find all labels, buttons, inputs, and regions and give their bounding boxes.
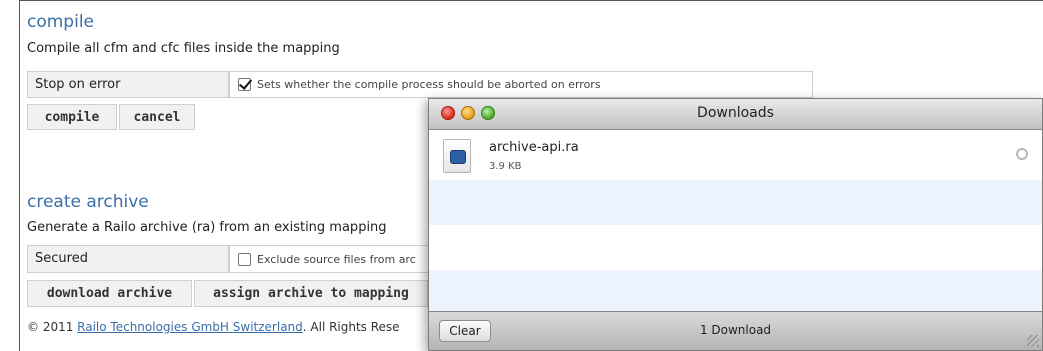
secured-cell: Exclude source files from arc xyxy=(229,245,429,273)
compile-section-description: Compile all cfm and cfc files inside the… xyxy=(27,41,340,56)
download-file-name: archive-api.ra xyxy=(489,140,579,155)
downloads-statusbar: Clear 1 Download xyxy=(429,311,1042,350)
assign-archive-button[interactable]: assign archive to mapping xyxy=(194,280,428,307)
empty-row xyxy=(429,180,1042,225)
empty-row xyxy=(429,225,1042,270)
archive-file-icon xyxy=(443,139,471,173)
download-item[interactable]: archive-api.ra 3.9 KB xyxy=(429,130,1042,180)
footer-company-link[interactable]: Railo Technologies GmbH Switzerland xyxy=(77,320,303,334)
compile-button[interactable]: compile xyxy=(27,104,117,130)
downloads-title: Downloads xyxy=(697,105,774,121)
exclude-source-description: Exclude source files from arc xyxy=(257,252,416,266)
footer-copyright: © 2011 xyxy=(27,320,78,334)
magnifier-icon[interactable] xyxy=(1016,148,1028,160)
downloads-titlebar[interactable]: Downloads xyxy=(429,99,1042,130)
stop-on-error-label: Stop on error xyxy=(27,71,229,98)
stop-on-error-checkbox[interactable] xyxy=(238,78,251,91)
footer-rights: . All Rights Rese xyxy=(302,320,400,334)
stop-on-error-description: Sets whether the compile process should … xyxy=(257,78,601,91)
footer: © 2011 Railo Technologies GmbH Switzerla… xyxy=(27,320,400,334)
exclude-source-checkbox[interactable] xyxy=(238,252,251,266)
cancel-button[interactable]: cancel xyxy=(119,104,195,130)
download-count: 1 Download xyxy=(699,323,772,337)
empty-row xyxy=(429,270,1042,315)
resize-grip-icon[interactable] xyxy=(1027,335,1039,347)
stop-on-error-cell: Sets whether the compile process should … xyxy=(229,71,813,98)
download-archive-button[interactable]: download archive xyxy=(27,280,192,307)
downloads-window: Downloads archive-api.ra 3.9 KB Clear 1 … xyxy=(428,98,1043,351)
archive-section-description: Generate a Railo archive (ra) from an ex… xyxy=(27,220,387,235)
secured-label: Secured xyxy=(27,245,229,273)
download-file-size: 3.9 KB xyxy=(489,161,522,172)
compile-section-title: compile xyxy=(27,12,95,32)
archive-section-title: create archive xyxy=(27,192,149,212)
downloads-list: archive-api.ra 3.9 KB xyxy=(429,130,1042,315)
